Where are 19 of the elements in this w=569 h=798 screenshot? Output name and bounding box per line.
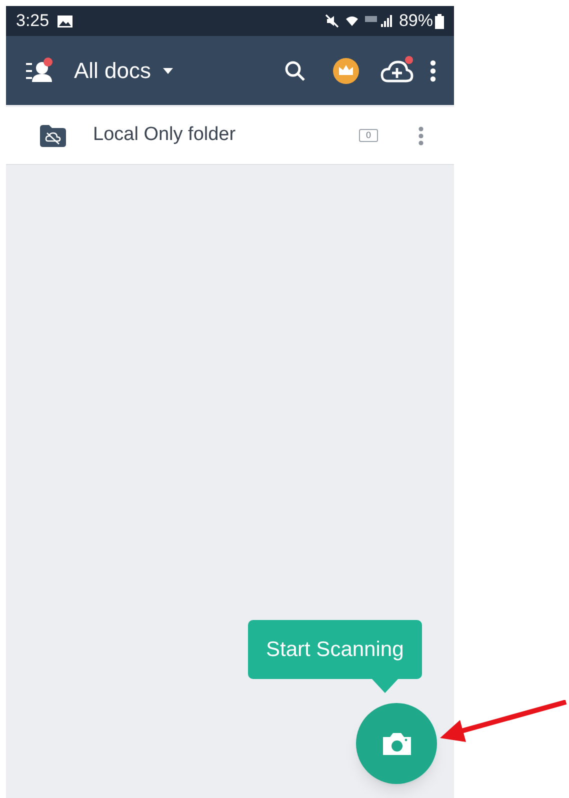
crown-icon[interactable] [332, 56, 360, 84]
tooltip-pointer-icon [372, 679, 398, 693]
folder-row[interactable]: Local Only folder 0 [6, 107, 454, 165]
status-time: 3:25 [16, 10, 50, 32]
wifi-icon [344, 14, 359, 28]
dropdown-caret-icon[interactable] [163, 68, 174, 74]
battery-percentage: 89% [398, 10, 433, 32]
app-title[interactable]: All docs [74, 54, 152, 87]
signal-icon [364, 14, 395, 28]
folder-name: Local Only folder [93, 123, 236, 148]
image-icon [57, 14, 74, 28]
battery-icon [435, 14, 444, 28]
mute-icon [324, 14, 339, 28]
document-count: 0 [358, 129, 378, 142]
start-scanning-tooltip: Start Scanning [248, 620, 422, 679]
camera-icon [380, 730, 412, 756]
more-options-icon[interactable] [430, 60, 436, 82]
search-icon[interactable] [284, 60, 306, 82]
offline-folder-icon [40, 124, 66, 146]
